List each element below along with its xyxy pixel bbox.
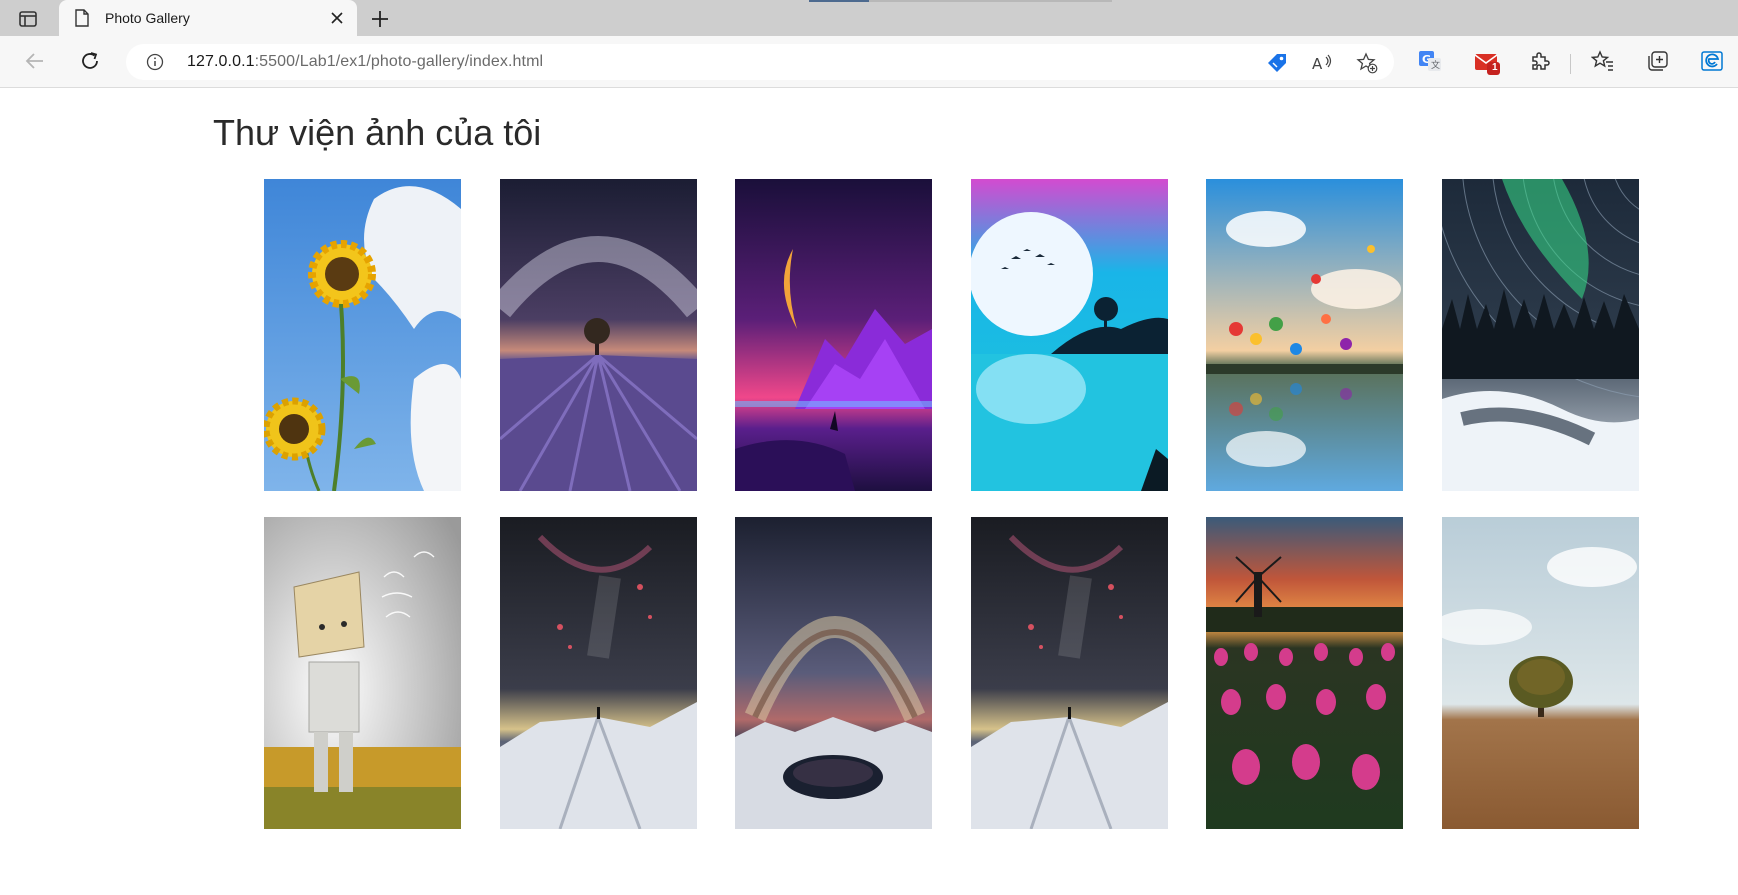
tab-scroll-thumb[interactable] xyxy=(809,0,869,2)
mail-icon[interactable]: 1 xyxy=(1474,49,1500,75)
full-moon-sea-image[interactable] xyxy=(970,179,1168,491)
hot-air-balloons-image[interactable] xyxy=(1206,179,1404,491)
close-icon[interactable] xyxy=(329,10,345,26)
milky-way-lake-image[interactable] xyxy=(735,517,933,829)
svg-text:A: A xyxy=(1312,55,1323,73)
cardboard-robot-image[interactable] xyxy=(264,517,461,829)
mountain-climber-night-image[interactable] xyxy=(499,517,697,829)
back-arrow-icon[interactable] xyxy=(22,48,48,74)
reload-icon[interactable] xyxy=(77,48,103,74)
read-aloud-icon[interactable]: A xyxy=(1311,52,1333,74)
add-favorite-icon[interactable] xyxy=(1356,52,1378,74)
url-path: :5500/Lab1/ex1/photo-gallery/index.html xyxy=(254,53,544,70)
tulip-field-windmill-image[interactable] xyxy=(1206,517,1404,829)
mail-badge-count: 1 xyxy=(1492,62,1498,73)
purple-mountains-moon-image[interactable] xyxy=(735,179,933,491)
photo-gallery xyxy=(264,179,1640,829)
favorites-icon[interactable] xyxy=(1590,49,1615,73)
lone-tree-field-image[interactable] xyxy=(1441,517,1639,829)
sidebar-icon[interactable] xyxy=(18,9,38,29)
url-text[interactable]: 127.0.0.1:5500/Lab1/ex1/photo-gallery/in… xyxy=(187,53,543,71)
mountain-climber-night-image[interactable] xyxy=(970,517,1168,829)
price-tag-icon[interactable] xyxy=(1266,52,1288,74)
tab-photo-gallery[interactable]: Photo Gallery xyxy=(59,0,357,37)
svg-text:文: 文 xyxy=(1431,59,1440,71)
toolbar-divider xyxy=(1570,54,1571,74)
translate-icon[interactable]: G文 xyxy=(1418,49,1442,73)
aurora-star-trails-image[interactable] xyxy=(1441,179,1639,491)
edge-icon[interactable] xyxy=(1700,49,1724,73)
sunflower-image[interactable] xyxy=(264,179,461,491)
page-icon xyxy=(75,9,89,27)
lavender-milky-way-image[interactable] xyxy=(499,179,697,491)
page-content: Thư viện ảnh của tôi xyxy=(0,89,1738,895)
browser-toolbar: 127.0.0.1:5500/Lab1/ex1/photo-gallery/in… xyxy=(0,36,1738,88)
tab-strip: Photo Gallery xyxy=(0,0,1738,37)
plus-icon[interactable] xyxy=(369,8,391,30)
page-title: Thư viện ảnh của tôi xyxy=(213,112,542,153)
tab-title: Photo Gallery xyxy=(105,10,190,26)
extensions-icon[interactable] xyxy=(1528,49,1552,73)
address-bar[interactable]: 127.0.0.1:5500/Lab1/ex1/photo-gallery/in… xyxy=(126,44,1394,80)
info-icon[interactable] xyxy=(146,53,164,71)
url-host: 127.0.0.1 xyxy=(187,53,255,70)
collections-icon[interactable] xyxy=(1646,49,1670,73)
